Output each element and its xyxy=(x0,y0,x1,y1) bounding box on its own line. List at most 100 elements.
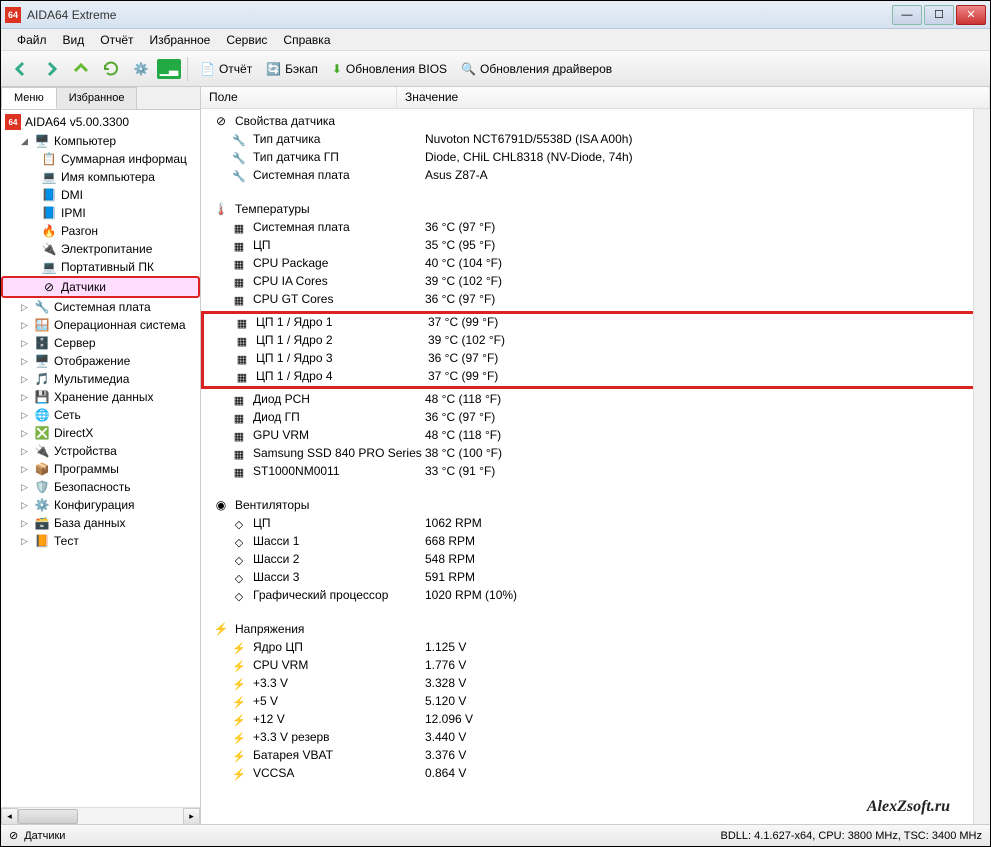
list-row[interactable]: ⚡VCCSA0.864 V xyxy=(201,765,990,783)
menu-favorites[interactable]: Избранное xyxy=(142,30,219,50)
column-field[interactable]: Поле xyxy=(201,87,397,108)
list-row[interactable]: ⚡+3.3 V резерв3.440 V xyxy=(201,729,990,747)
tree-item[interactable]: 🔌Электропитание xyxy=(1,240,200,258)
tree-item[interactable]: ▷🪟Операционная система xyxy=(1,316,200,334)
expand-icon[interactable]: ▷ xyxy=(19,392,30,403)
up-button[interactable] xyxy=(67,55,95,83)
bios-update-button[interactable]: ⬇Обновления BIOS xyxy=(326,58,453,80)
list-row[interactable]: ⚡Ядро ЦП1.125 V xyxy=(201,639,990,657)
tree-computer[interactable]: ◢ 🖥️ Компьютер xyxy=(1,132,200,150)
list-vscrollbar[interactable] xyxy=(973,109,990,824)
tree-item[interactable]: 📘IPMI xyxy=(1,204,200,222)
menu-view[interactable]: Вид xyxy=(55,30,93,50)
list-row[interactable]: ⚡CPU VRM1.776 V xyxy=(201,657,990,675)
tree-item[interactable]: 📋Суммарная информац xyxy=(1,150,200,168)
scroll-track[interactable] xyxy=(18,808,183,825)
list-row[interactable]: ◇Графический процессор1020 RPM (10%) xyxy=(201,587,990,605)
tree-item[interactable]: ▷🗃️База данных xyxy=(1,514,200,532)
scroll-right-icon[interactable]: ▸ xyxy=(183,808,200,825)
driver-update-button[interactable]: 🔍Обновления драйверов xyxy=(455,58,618,80)
list-row[interactable]: ▦CPU Package40 °C (104 °F) xyxy=(201,255,990,273)
list-row[interactable]: ⚡+3.3 V3.328 V xyxy=(201,675,990,693)
list-row[interactable]: ▦ЦП 1 / Ядро 239 °C (102 °F) xyxy=(204,332,987,350)
nav-tree[interactable]: 64 AIDA64 v5.00.3300 ◢ 🖥️ Компьютер 📋Сум… xyxy=(1,110,200,807)
list-row[interactable]: ◇Шасси 3591 RPM xyxy=(201,569,990,587)
forward-button[interactable] xyxy=(37,55,65,83)
maximize-button[interactable]: ☐ xyxy=(924,5,954,25)
tab-favorites[interactable]: Избранное xyxy=(56,87,138,109)
tab-menu[interactable]: Меню xyxy=(1,87,57,109)
list-row[interactable]: ▦ЦП 1 / Ядро 336 °C (97 °F) xyxy=(204,350,987,368)
list-row[interactable]: ▦CPU IA Cores39 °C (102 °F) xyxy=(201,273,990,291)
list-row[interactable]: ▦Samsung SSD 840 PRO Series38 °C (100 °F… xyxy=(201,445,990,463)
expand-icon[interactable]: ▷ xyxy=(19,464,30,475)
expand-icon[interactable]: ▷ xyxy=(19,356,30,367)
tree-item[interactable]: ▷🛡️Безопасность xyxy=(1,478,200,496)
tree-item[interactable]: 💻Портативный ПК xyxy=(1,258,200,276)
list-row[interactable]: ▦ЦП35 °C (95 °F) xyxy=(201,237,990,255)
close-button[interactable]: ✕ xyxy=(956,5,986,25)
list-row[interactable]: ▦Диод ГП36 °C (97 °F) xyxy=(201,409,990,427)
expand-icon[interactable]: ▷ xyxy=(19,320,30,331)
tree-item[interactable]: ▷📦Программы xyxy=(1,460,200,478)
list-row[interactable]: ▦Системная плата36 °C (97 °F) xyxy=(201,219,990,237)
list-row[interactable]: ▦GPU VRM48 °C (118 °F) xyxy=(201,427,990,445)
menu-report[interactable]: Отчёт xyxy=(92,30,141,50)
scroll-left-icon[interactable]: ◂ xyxy=(1,808,18,825)
list-row[interactable]: ▦Диод PCH48 °C (118 °F) xyxy=(201,391,990,409)
scroll-thumb[interactable] xyxy=(18,809,78,824)
list-row[interactable]: ◇ЦП1062 RPM xyxy=(201,515,990,533)
menu-help[interactable]: Справка xyxy=(275,30,338,50)
expand-icon[interactable]: ▷ xyxy=(19,410,30,421)
list-row[interactable]: ▦ЦП 1 / Ядро 437 °C (99 °F) xyxy=(204,368,987,386)
tree-item[interactable]: 🔥Разгон xyxy=(1,222,200,240)
list-row[interactable]: ▦CPU GT Cores36 °C (97 °F) xyxy=(201,291,990,309)
list-row[interactable]: ▦ST1000NM001133 °C (91 °F) xyxy=(201,463,990,481)
list-row[interactable]: ◇Шасси 1668 RPM xyxy=(201,533,990,551)
tree-item[interactable]: ▷🔌Устройства xyxy=(1,442,200,460)
tree-item[interactable]: ▷🔧Системная плата xyxy=(1,298,200,316)
tree-item[interactable]: ▷🗄️Сервер xyxy=(1,334,200,352)
expand-icon[interactable]: ▷ xyxy=(19,446,30,457)
expand-icon[interactable]: ▷ xyxy=(19,518,30,529)
list-row[interactable]: 🔧Системная платаAsus Z87-A xyxy=(201,167,990,185)
menu-service[interactable]: Сервис xyxy=(218,30,275,50)
list-row[interactable]: ▦ЦП 1 / Ядро 137 °C (99 °F) xyxy=(204,314,987,332)
column-value[interactable]: Значение xyxy=(397,87,990,108)
list-body[interactable]: ⊘Свойства датчика🔧Тип датчикаNuvoton NCT… xyxy=(201,109,990,824)
tree-hscrollbar[interactable]: ◂ ▸ xyxy=(1,807,200,824)
expand-icon[interactable]: ▷ xyxy=(19,482,30,493)
report-button[interactable]: 📄Отчёт xyxy=(194,58,258,80)
backup-button[interactable]: 🔄Бэкап xyxy=(260,58,324,80)
tree-item[interactable]: ▷🌐Сеть xyxy=(1,406,200,424)
expand-icon[interactable]: ▷ xyxy=(19,428,30,439)
expand-icon[interactable]: ▷ xyxy=(19,302,30,313)
list-row[interactable]: ⚡+5 V5.120 V xyxy=(201,693,990,711)
list-row[interactable]: ⚡+12 V12.096 V xyxy=(201,711,990,729)
list-row[interactable]: 🔧Тип датчика ГПDiode, CHiL CHL8318 (NV-D… xyxy=(201,149,990,167)
list-row[interactable]: ◇Шасси 2548 RPM xyxy=(201,551,990,569)
tree-item[interactable]: ▷💾Хранение данных xyxy=(1,388,200,406)
tree-item[interactable]: ▷🎵Мультимедиа xyxy=(1,370,200,388)
minimize-button[interactable]: — xyxy=(892,5,922,25)
tree-item[interactable]: ▷🖥️Отображение xyxy=(1,352,200,370)
collapse-icon[interactable]: ◢ xyxy=(19,136,30,147)
refresh-button[interactable] xyxy=(97,55,125,83)
tree-item[interactable]: ⊘Датчики xyxy=(1,276,200,298)
expand-icon[interactable]: ▷ xyxy=(19,536,30,547)
expand-icon[interactable]: ▷ xyxy=(19,338,30,349)
tree-item[interactable]: ▷📙Тест xyxy=(1,532,200,550)
list-row[interactable]: 🔧Тип датчикаNuvoton NCT6791D/5538D (ISA … xyxy=(201,131,990,149)
menu-file[interactable]: Файл xyxy=(9,30,55,50)
tree-item[interactable]: ▷❎DirectX xyxy=(1,424,200,442)
tree-item[interactable]: 💻Имя компьютера xyxy=(1,168,200,186)
chart-icon[interactable]: ▁▃ xyxy=(157,59,181,79)
tree-item[interactable]: 📘DMI xyxy=(1,186,200,204)
tree-item[interactable]: ▷⚙️Конфигурация xyxy=(1,496,200,514)
gear-icon[interactable]: ⚙️ xyxy=(127,55,155,83)
tree-root[interactable]: 64 AIDA64 v5.00.3300 xyxy=(1,112,200,132)
expand-icon[interactable]: ▷ xyxy=(19,374,30,385)
list-row[interactable]: ⚡Батарея VBAT3.376 V xyxy=(201,747,990,765)
back-button[interactable] xyxy=(7,55,35,83)
expand-icon[interactable]: ▷ xyxy=(19,500,30,511)
